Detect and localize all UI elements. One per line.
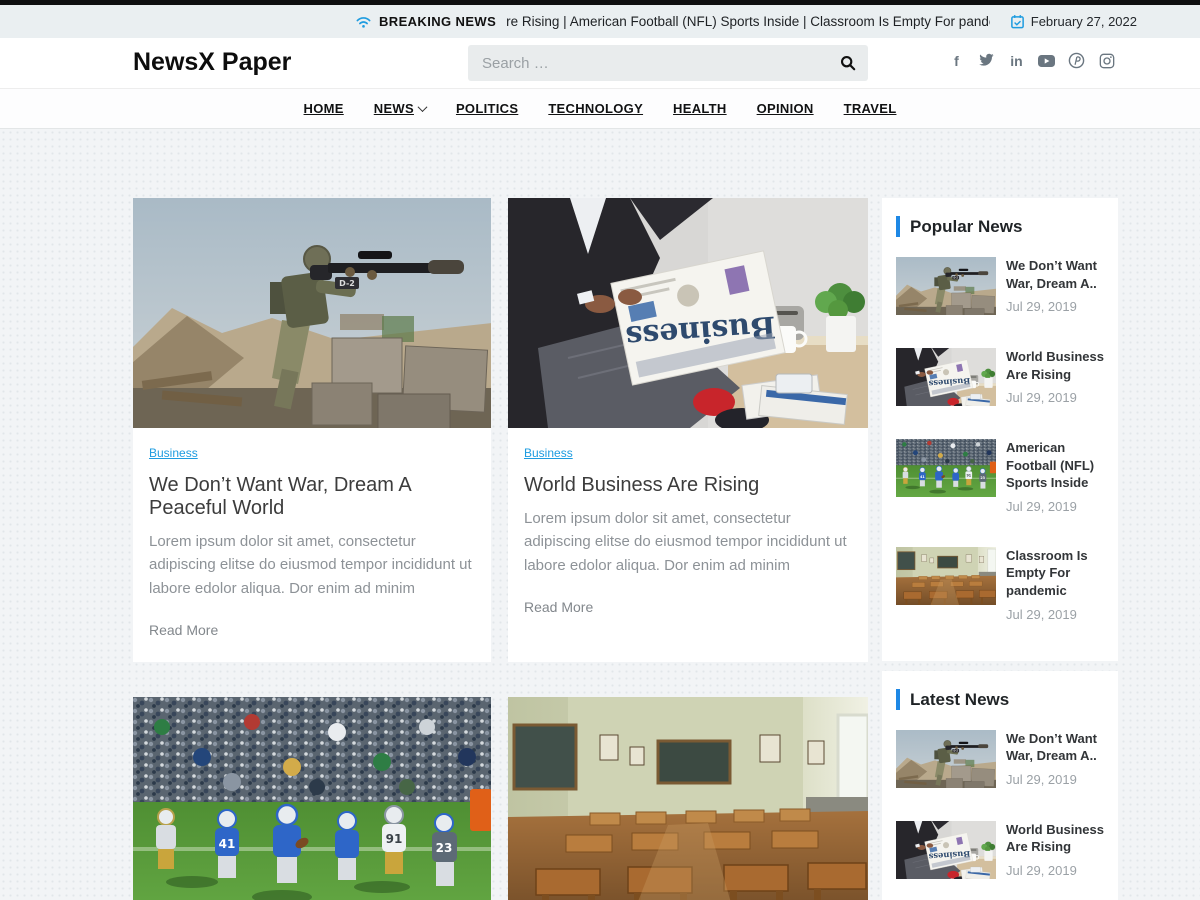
page: BREAKING NEWS re Rising | American Footb… — [0, 0, 1200, 900]
latest-news-heading: Latest News — [896, 689, 1104, 710]
site-header: NewsX Paper f in — [0, 38, 1200, 89]
pinterest-icon[interactable] — [1068, 52, 1085, 69]
breaking-news-bar: BREAKING NEWS re Rising | American Footb… — [0, 5, 1200, 38]
popular-item-title[interactable]: Classroom Is Empty For pandemic — [1006, 547, 1104, 600]
article-image-business[interactable] — [508, 198, 868, 428]
search-bar — [468, 45, 868, 81]
category-link[interactable]: Business — [149, 446, 198, 460]
article-card-business: Business World Business Are Rising Lorem… — [508, 198, 868, 662]
popular-item-date: Jul 29, 2019 — [1006, 607, 1104, 622]
article-title[interactable]: World Business Are Rising — [524, 474, 852, 497]
search-input[interactable] — [468, 55, 828, 72]
calendar-icon — [1010, 14, 1025, 29]
latest-item-business[interactable]: World Business Are Rising Jul 29, 2019 — [896, 821, 1104, 879]
thumb-classroom — [896, 547, 996, 605]
site-logo[interactable]: NewsX Paper — [133, 48, 291, 77]
nav-item-news[interactable]: NEWS — [374, 101, 426, 116]
popular-news-panel: Popular News We Don’t Want War, Dream A.… — [882, 198, 1118, 661]
article-image-classroom[interactable] — [508, 697, 868, 900]
article-card-classroom — [508, 697, 868, 900]
content-area: Business We Don’t Want War, Dream A Peac… — [0, 129, 1200, 900]
breaking-news-group: BREAKING NEWS re Rising | American Footb… — [355, 14, 990, 29]
latest-news-panel: Latest News We Don’t Want War, Dream A..… — [882, 671, 1118, 900]
facebook-icon[interactable]: f — [948, 52, 965, 69]
linkedin-icon[interactable]: in — [1008, 52, 1025, 69]
popular-item-business[interactable]: World Business Are Rising Jul 29, 2019 — [896, 348, 1104, 406]
article-grid: Business We Don’t Want War, Dream A Peac… — [133, 198, 868, 900]
social-links: f in — [948, 52, 1115, 69]
twitter-icon[interactable] — [978, 52, 995, 69]
nav-item-travel[interactable]: TRAVEL — [844, 101, 897, 116]
nav-item-politics[interactable]: POLITICS — [456, 101, 518, 116]
search-icon — [840, 55, 856, 71]
article-excerpt: Lorem ipsum dolor sit amet, consectetur … — [524, 507, 852, 577]
nav-item-technology[interactable]: TECHNOLOGY — [548, 101, 643, 116]
read-more-link[interactable]: Read More — [149, 622, 218, 638]
article-image-football[interactable] — [133, 697, 491, 900]
popular-item-title[interactable]: American Football (NFL) Sports Inside — [1006, 439, 1104, 492]
nav-item-opinion[interactable]: OPINION — [757, 101, 814, 116]
youtube-icon[interactable] — [1038, 52, 1055, 69]
popular-item-football[interactable]: American Football (NFL) Sports Inside Ju… — [896, 439, 1104, 514]
popular-item-title[interactable]: World Business Are Rising — [1006, 348, 1104, 383]
popular-item-classroom[interactable]: Classroom Is Empty For pandemic Jul 29, … — [896, 547, 1104, 622]
latest-item-title[interactable]: World Business Are Rising — [1006, 821, 1104, 856]
popular-item-date: Jul 29, 2019 — [1006, 299, 1104, 314]
broadcast-icon — [355, 14, 372, 29]
popular-news-heading: Popular News — [896, 216, 1104, 237]
instagram-icon[interactable] — [1098, 52, 1115, 69]
popular-item-date: Jul 29, 2019 — [1006, 499, 1104, 514]
nav-item-health[interactable]: HEALTH — [673, 101, 727, 116]
thumb-soldier — [896, 730, 996, 788]
article-title[interactable]: We Don’t Want War, Dream A Peaceful Worl… — [149, 474, 475, 520]
latest-item-title[interactable]: We Don’t Want War, Dream A.. — [1006, 730, 1104, 765]
nav-item-home[interactable]: HOME — [304, 101, 344, 116]
read-more-link[interactable]: Read More — [524, 599, 593, 615]
popular-item-title[interactable]: We Don’t Want War, Dream A.. — [1006, 257, 1104, 292]
date-display: February 27, 2022 — [1010, 14, 1137, 29]
thumb-football — [896, 439, 996, 497]
popular-item-war[interactable]: We Don’t Want War, Dream A.. Jul 29, 201… — [896, 257, 1104, 315]
article-image-soldier[interactable] — [133, 198, 491, 428]
search-button[interactable] — [828, 55, 868, 71]
breaking-news-label: BREAKING NEWS — [379, 14, 496, 29]
article-card-football — [133, 697, 491, 900]
thumb-soldier — [896, 257, 996, 315]
article-excerpt: Lorem ipsum dolor sit amet, consectetur … — [149, 530, 475, 600]
latest-item-date: Jul 29, 2019 — [1006, 772, 1104, 787]
popular-item-date: Jul 29, 2019 — [1006, 390, 1104, 405]
current-date: February 27, 2022 — [1031, 14, 1137, 29]
article-card-war: Business We Don’t Want War, Dream A Peac… — [133, 198, 491, 662]
thumb-business — [896, 348, 996, 406]
category-link[interactable]: Business — [524, 446, 573, 460]
sidebar: Popular News We Don’t Want War, Dream A.… — [882, 198, 1118, 900]
latest-item-date: Jul 29, 2019 — [1006, 863, 1104, 878]
latest-item-war[interactable]: We Don’t Want War, Dream A.. Jul 29, 201… — [896, 730, 1104, 788]
chevron-down-icon — [418, 102, 428, 112]
main-nav: HOME NEWS POLITICS TECHNOLOGY HEALTH OPI… — [0, 89, 1200, 129]
news-ticker[interactable]: re Rising | American Football (NFL) Spor… — [506, 14, 990, 29]
thumb-business — [896, 821, 996, 879]
